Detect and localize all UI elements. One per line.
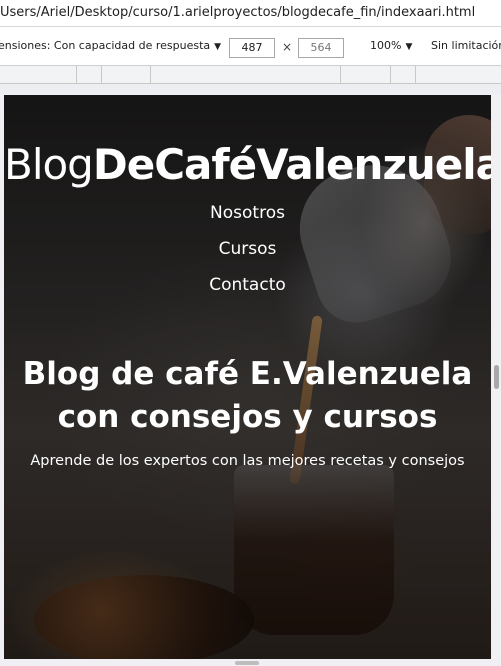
- nav-link-cursos[interactable]: Cursos: [4, 231, 491, 267]
- address-url[interactable]: Users/Ariel/Desktop/curso/1.arielproyect…: [0, 0, 475, 26]
- zoom-dropdown[interactable]: 100% ▼: [370, 27, 412, 65]
- nav-link-nosotros[interactable]: Nosotros: [4, 195, 491, 231]
- logo-bold-text: DeCaféValenzuela: [92, 140, 491, 189]
- main-nav: Nosotros Cursos Contacto: [4, 195, 491, 303]
- resize-handle[interactable]: [235, 661, 259, 665]
- hero-subtitle: Aprende de los expertos con las mejores …: [30, 453, 465, 469]
- ruler-segment[interactable]: [101, 66, 102, 83]
- address-bar[interactable]: Users/Ariel/Desktop/curso/1.arielproyect…: [0, 0, 501, 27]
- throttling-dropdown[interactable]: Sin limitación: [431, 27, 501, 65]
- ruler-segment[interactable]: [340, 66, 341, 83]
- zoom-value: 100%: [370, 39, 402, 52]
- hero-content: BlogDeCaféValenzuela Nosotros Cursos Con…: [4, 95, 491, 659]
- page-viewport: BlogDeCaféValenzuela Nosotros Cursos Con…: [4, 95, 491, 659]
- ruler-segment[interactable]: [150, 66, 151, 83]
- page-scrollbar[interactable]: [493, 95, 501, 659]
- dimensions-label: ensiones: Con capacidad de respuesta: [0, 39, 211, 52]
- viewport-gutter: [0, 84, 501, 94]
- logo-light-text: Blog: [4, 140, 94, 189]
- media-query-ruler[interactable]: [0, 66, 501, 84]
- site-logo[interactable]: BlogDeCaféValenzuela: [4, 139, 491, 191]
- width-input[interactable]: 487: [229, 38, 275, 58]
- throttling-value: Sin limitación: [431, 39, 501, 52]
- ruler-segment[interactable]: [390, 66, 391, 83]
- caret-down-icon: ▼: [214, 42, 222, 52]
- ruler-segment[interactable]: [415, 66, 416, 83]
- scrollbar-thumb[interactable]: [494, 365, 499, 389]
- height-input[interactable]: 564: [298, 38, 344, 58]
- caret-down-icon: ▼: [405, 42, 413, 52]
- device-toolbar: ensiones: Con capacidad de respuesta ▼ 48…: [0, 27, 501, 66]
- dimensions-dropdown[interactable]: ensiones: Con capacidad de respuesta ▼: [0, 27, 221, 65]
- hero-title: Blog de café E.Valenzuela con consejos y…: [22, 356, 473, 435]
- nav-link-contacto[interactable]: Contacto: [4, 267, 491, 303]
- times-symbol: ×: [282, 40, 293, 54]
- ruler-segment[interactable]: [76, 66, 77, 83]
